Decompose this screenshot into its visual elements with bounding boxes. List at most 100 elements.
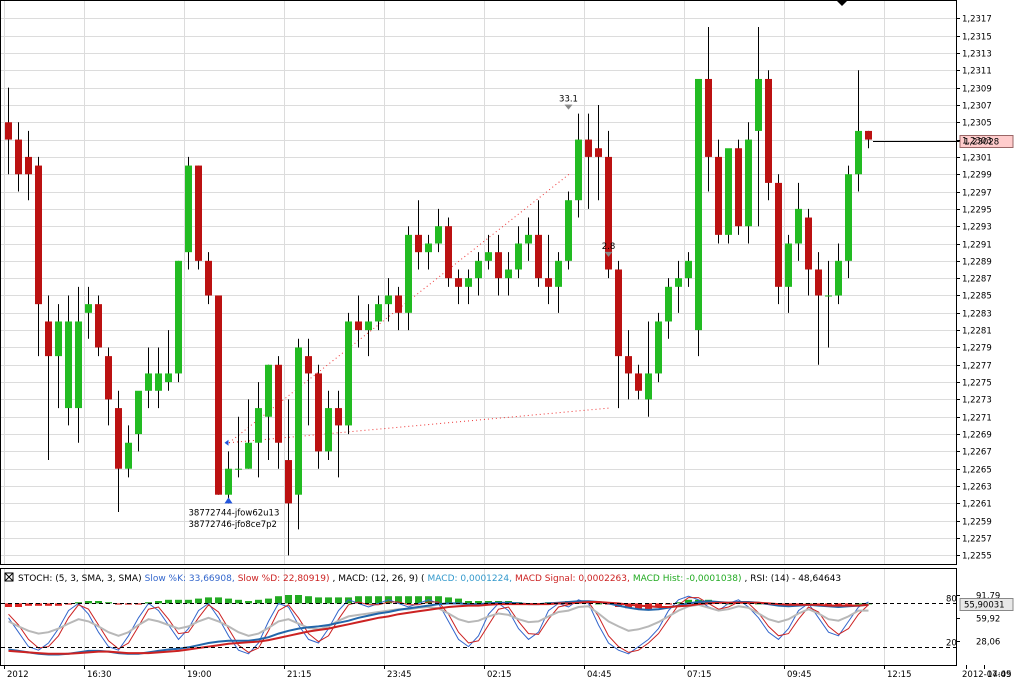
price-tick-label: 1,2305 (962, 119, 992, 129)
candle-body (455, 278, 462, 287)
price-tick-label: 1,2281 (962, 327, 992, 337)
candle[interactable] (725, 148, 732, 244)
macd-hist-bar (175, 599, 182, 604)
candle-body (675, 278, 682, 287)
candle[interactable] (695, 78, 702, 357)
price-tick-label: 1,2271 (962, 414, 992, 424)
legend-entry: Slow %D: 22,80919) (238, 574, 330, 584)
legend-entry: MACD Signal: 0,0002263, (515, 574, 630, 584)
candle-body (45, 321, 52, 357)
candle-body (595, 148, 602, 157)
candle-body (375, 304, 382, 322)
candle-body (125, 442, 132, 469)
candle-body (535, 234, 542, 279)
candle-body (155, 373, 162, 391)
price-tick-label: 1,2293 (962, 223, 992, 233)
price-tick-label: 1,2257 (962, 535, 992, 545)
candle-body (395, 295, 402, 313)
candle-body (845, 174, 852, 261)
candle-body (215, 295, 222, 495)
time-tick-label: 02:15 (487, 670, 512, 680)
candle-body (725, 148, 732, 235)
candle[interactable] (735, 139, 742, 235)
macd-hist-bar (285, 595, 292, 604)
macd-hist-bar (205, 597, 212, 604)
candle-body (165, 373, 172, 383)
price-tick-label: 1,2307 (962, 102, 992, 112)
candle-body (355, 321, 362, 331)
price-tick-label: 1,2297 (962, 189, 992, 199)
osc-tick-label: 59,92 (976, 615, 1000, 625)
candle-body (365, 321, 372, 331)
candle-body (325, 408, 332, 452)
oscillator-legend: STOCH: (5, 3, SMA, 3, SMA) Slow %K: 33,66… (4, 572, 841, 584)
candle-body (625, 356, 632, 374)
candle-body (765, 78, 772, 183)
candle[interactable] (215, 295, 222, 495)
level-label: 20 (946, 639, 957, 649)
candle-body (225, 468, 232, 495)
candle-body (715, 156, 722, 235)
price-tick-label: 1,2287 (962, 275, 992, 285)
macd-hist-bar (305, 596, 312, 604)
time-tick-label: 04:45 (587, 670, 612, 680)
chart-canvas[interactable]: 1,23028 33.12.838772744-jfow62u133877274… (0, 0, 1015, 680)
candle-body (185, 165, 192, 253)
candle[interactable] (95, 295, 102, 357)
candle-body (825, 295, 832, 297)
candle-body (5, 122, 12, 140)
macd-hist-bar (365, 596, 372, 604)
macd-hist-bar (295, 595, 302, 604)
price-tick-label: 1,2313 (962, 50, 992, 60)
price-tick-label: 1,2309 (962, 85, 992, 95)
candle-body (585, 139, 592, 157)
candle-body (565, 200, 572, 261)
candle-body (25, 156, 32, 175)
candle-body (345, 321, 352, 426)
candle-body (695, 78, 702, 331)
candle[interactable] (565, 191, 572, 270)
price-tick-label: 1,2279 (962, 344, 992, 354)
candle[interactable] (445, 217, 452, 287)
candle[interactable] (765, 70, 772, 201)
time-tick-label: 21:15 (287, 670, 312, 680)
macd-hist-bar (195, 598, 202, 604)
candle-body (15, 139, 22, 175)
candle-body (635, 373, 642, 391)
candle-body (275, 364, 282, 443)
price-tick-label: 1,2311 (962, 67, 992, 77)
trading-chart[interactable]: 1,23028 33.1 2.8 38772744-jfow62u13 3877274… (0, 0, 1015, 680)
candle-body (805, 217, 812, 270)
candle-body (85, 304, 92, 313)
candle-body (445, 226, 452, 279)
price-tick-label: 1,2317 (962, 15, 992, 25)
candle-body (665, 286, 672, 322)
candle[interactable] (195, 165, 202, 270)
candle-body (775, 182, 782, 287)
time-tick-label: 12:15 (887, 670, 912, 680)
candle[interactable] (655, 312, 662, 383)
price-tick-label: 1,2285 (962, 292, 992, 302)
candle-body (865, 130, 872, 140)
candle-body (645, 373, 652, 400)
candle[interactable] (175, 260, 182, 383)
candle-body (685, 260, 692, 279)
candle[interactable] (775, 174, 782, 305)
price-tick-label: 1,2269 (962, 431, 992, 441)
annotation-label: 2.8 (602, 242, 616, 252)
price-tick-label: 1,2261 (962, 500, 992, 510)
candle-body (545, 278, 552, 287)
candle-body (95, 304, 102, 348)
time-tick-label: 2012-07-09 (962, 670, 1011, 680)
candle[interactable] (345, 312, 352, 435)
candle-body (435, 226, 442, 244)
osc-current-label: 55,90031 (964, 601, 1005, 611)
order-id-label: 38772746-jfo8ce7p2 (189, 520, 277, 530)
candle[interactable] (745, 122, 752, 244)
candle-body (555, 260, 562, 287)
time-tick-label: 09:45 (787, 670, 812, 680)
candle-body (575, 139, 582, 201)
macd-hist-bar (165, 599, 172, 604)
price-tick-label: 1,2263 (962, 483, 992, 493)
candle-body (705, 78, 712, 157)
